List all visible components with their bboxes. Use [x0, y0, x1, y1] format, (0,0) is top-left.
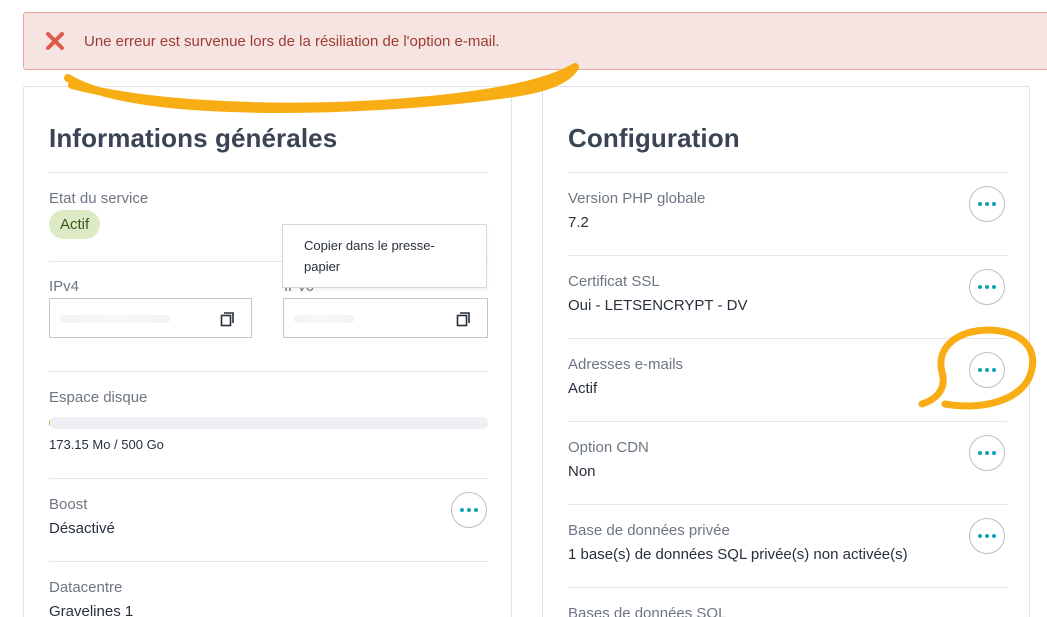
disk-usage-text: 173.15 Mo / 500 Go [49, 437, 164, 452]
ipv6-field[interactable] [283, 298, 488, 338]
cdn-actions-button[interactable] [969, 435, 1005, 471]
boost-label: Boost [49, 496, 88, 513]
ssl-label: Certificat SSL [568, 273, 660, 290]
disk-usage-fill [49, 417, 51, 429]
email-actions-button[interactable] [969, 352, 1005, 388]
divider [568, 255, 1007, 256]
copy-tooltip: Copier dans le presse-papier [282, 224, 487, 288]
email-addresses-value: Actif [568, 380, 598, 397]
divider [568, 587, 1007, 588]
card-title: Configuration [568, 123, 740, 153]
ipv4-field[interactable] [49, 298, 252, 338]
php-actions-button[interactable] [969, 186, 1005, 222]
php-version-value: 7.2 [568, 214, 589, 231]
disk-space-label: Espace disque [49, 389, 148, 406]
disk-usage-bar [49, 417, 488, 429]
private-db-label: Base de données privée [568, 522, 730, 539]
status-badge: Actif [49, 210, 101, 239]
email-addresses-label: Adresses e-mails [568, 356, 684, 373]
private-db-value: 1 base(s) de données SQL privée(s) non a… [568, 546, 908, 563]
divider [49, 371, 488, 372]
sql-db-label: Bases de données SQL [568, 605, 727, 617]
copy-icon[interactable] [219, 311, 235, 327]
alert-message: Une erreur est survenue lors de la résil… [84, 33, 500, 50]
divider [568, 338, 1007, 339]
boost-value: Désactivé [49, 520, 115, 537]
datacenter-label: Datacentre [49, 579, 123, 596]
configuration-card: Configuration Version PHP globale 7.2 Ce… [542, 86, 1030, 617]
general-info-card: Informations générales Etat du service A… [23, 86, 512, 617]
divider [568, 421, 1007, 422]
ssl-value: Oui - LETSENCRYPT - DV [568, 297, 748, 314]
ssl-actions-button[interactable] [969, 269, 1005, 305]
error-alert: Une erreur est survenue lors de la résil… [23, 12, 1047, 70]
divider [49, 561, 488, 562]
divider [49, 478, 488, 479]
cdn-value: Non [568, 463, 596, 480]
datacenter-value: Gravelines 1 [49, 603, 134, 617]
divider [568, 504, 1007, 505]
ipv4-label: IPv4 [49, 278, 80, 295]
copy-icon[interactable] [455, 311, 471, 327]
cdn-label: Option CDN [568, 439, 649, 456]
close-x-icon [46, 32, 64, 50]
boost-actions-button[interactable] [451, 492, 487, 528]
private-db-actions-button[interactable] [969, 518, 1005, 554]
service-status-label: Etat du service [49, 190, 149, 207]
card-title: Informations générales [49, 123, 338, 153]
divider [568, 172, 1007, 173]
divider [49, 172, 488, 173]
php-version-label: Version PHP globale [568, 190, 706, 207]
